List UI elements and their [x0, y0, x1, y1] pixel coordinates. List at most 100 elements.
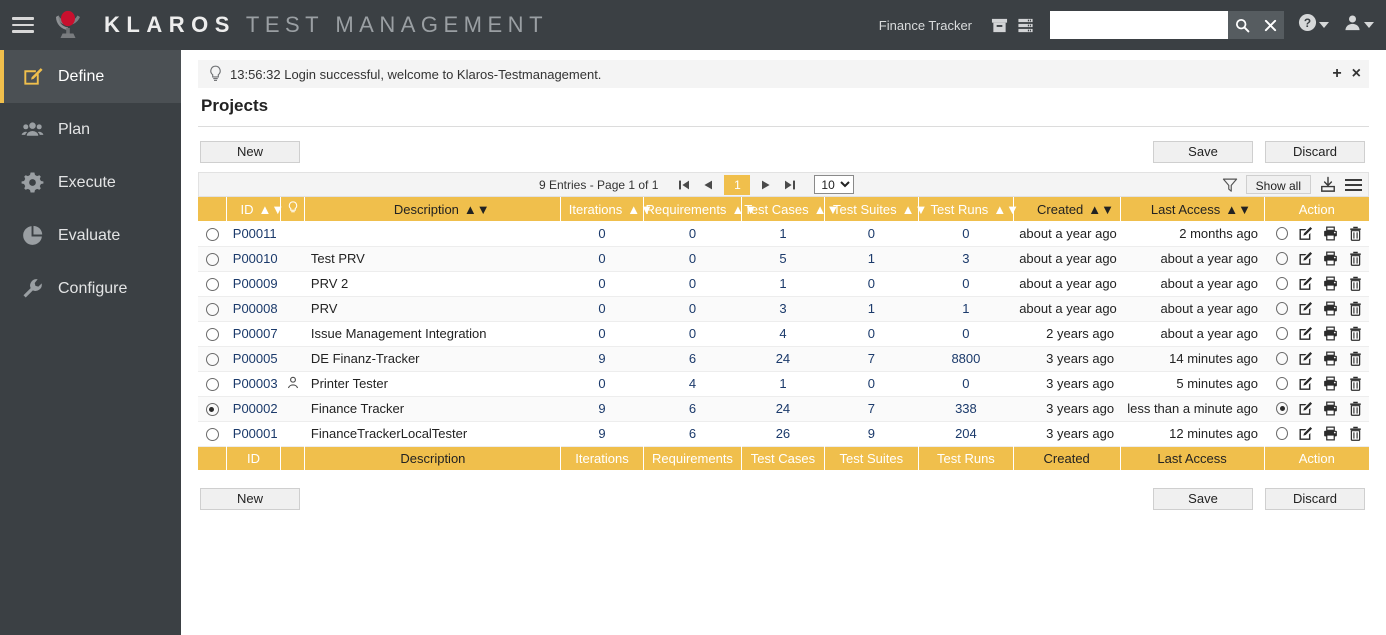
th-test-runs[interactable]: Test Runs▲▼: [919, 197, 1014, 221]
row-test-cases[interactable]: 1: [742, 221, 824, 246]
trash-icon[interactable]: [1348, 351, 1363, 366]
row-requirements[interactable]: 6: [643, 346, 742, 371]
row-action-radio[interactable]: [1276, 252, 1288, 265]
list-menu-icon[interactable]: [1345, 179, 1362, 191]
row-requirements[interactable]: 0: [643, 221, 742, 246]
th-test-suites[interactable]: Test Suites▲▼: [824, 197, 919, 221]
notification-close-icon[interactable]: ×: [1352, 66, 1361, 82]
sidebar-item-execute[interactable]: Execute: [0, 156, 181, 209]
row-test-suites[interactable]: 9: [824, 421, 919, 446]
trash-icon[interactable]: [1348, 401, 1363, 416]
row-iterations[interactable]: 0: [561, 246, 643, 271]
edit-icon[interactable]: [1298, 251, 1313, 266]
row-iterations[interactable]: 9: [561, 421, 643, 446]
print-icon[interactable]: [1323, 351, 1338, 366]
page-last-icon[interactable]: [778, 174, 802, 196]
print-icon[interactable]: [1323, 301, 1338, 316]
row-requirements[interactable]: 4: [643, 371, 742, 396]
search-button[interactable]: [1228, 11, 1256, 39]
row-test-runs[interactable]: 1: [919, 296, 1014, 321]
row-test-cases[interactable]: 26: [742, 421, 824, 446]
row-action-radio[interactable]: [1276, 352, 1288, 365]
edit-icon[interactable]: [1298, 326, 1313, 341]
row-test-cases[interactable]: 24: [742, 396, 824, 421]
trash-icon[interactable]: [1348, 376, 1363, 391]
row-requirements[interactable]: 0: [643, 271, 742, 296]
th-last-access[interactable]: Last Access▲▼: [1120, 197, 1264, 221]
sidebar-item-evaluate[interactable]: Evaluate: [0, 209, 181, 262]
row-id[interactable]: P00002: [227, 396, 280, 421]
row-action-radio[interactable]: [1276, 427, 1288, 440]
row-iterations[interactable]: 0: [561, 221, 643, 246]
table-row[interactable]: P0001100100about a year ago2 months ago: [198, 221, 1369, 246]
row-test-runs[interactable]: 204: [919, 421, 1014, 446]
row-action-radio[interactable]: [1276, 377, 1288, 390]
search-input[interactable]: [1050, 11, 1228, 39]
row-select-radio[interactable]: [206, 378, 219, 391]
row-test-suites[interactable]: 1: [824, 246, 919, 271]
trash-icon[interactable]: [1348, 276, 1363, 291]
new-button-bottom[interactable]: New: [200, 488, 300, 510]
row-select-radio[interactable]: [206, 303, 219, 316]
table-row[interactable]: P00009PRV 200100about a year agoabout a …: [198, 271, 1369, 296]
row-test-runs[interactable]: 0: [919, 371, 1014, 396]
row-test-runs[interactable]: 0: [919, 221, 1014, 246]
row-select-radio[interactable]: [206, 253, 219, 266]
row-test-runs[interactable]: 8800: [919, 346, 1014, 371]
print-icon[interactable]: [1323, 276, 1338, 291]
row-select-radio[interactable]: [206, 428, 219, 441]
trash-icon[interactable]: [1348, 251, 1363, 266]
th-created[interactable]: Created▲▼: [1013, 197, 1120, 221]
sidebar-item-plan[interactable]: Plan: [0, 103, 181, 156]
row-test-suites[interactable]: 0: [824, 221, 919, 246]
database-icon[interactable]: [1012, 10, 1038, 40]
show-all-button[interactable]: Show all: [1246, 175, 1311, 194]
row-select-cell[interactable]: [198, 271, 227, 296]
row-requirements[interactable]: 6: [643, 396, 742, 421]
row-test-runs[interactable]: 0: [919, 271, 1014, 296]
page-prev-icon[interactable]: [696, 174, 720, 196]
save-button-bottom[interactable]: Save: [1153, 488, 1253, 510]
trash-icon[interactable]: [1348, 226, 1363, 241]
page-next-icon[interactable]: [754, 174, 778, 196]
table-row[interactable]: P00001FinanceTrackerLocalTester962692043…: [198, 421, 1369, 446]
row-test-runs[interactable]: 3: [919, 246, 1014, 271]
hamburger-icon[interactable]: [0, 0, 46, 50]
row-select-cell[interactable]: [198, 396, 227, 421]
row-action-radio[interactable]: [1276, 327, 1288, 340]
th-id[interactable]: ID▲▼: [227, 197, 280, 221]
trash-icon[interactable]: [1348, 426, 1363, 441]
table-row[interactable]: P00005DE Finanz-Tracker9624788003 years …: [198, 346, 1369, 371]
filter-funnel-icon[interactable]: [1222, 177, 1238, 193]
table-row[interactable]: P00008PRV00311about a year agoabout a ye…: [198, 296, 1369, 321]
clear-search-button[interactable]: [1256, 11, 1284, 39]
row-requirements[interactable]: 0: [643, 321, 742, 346]
discard-button-top[interactable]: Discard: [1265, 141, 1365, 163]
new-button-top[interactable]: New: [200, 141, 300, 163]
row-id[interactable]: P00001: [227, 421, 280, 446]
table-row[interactable]: P00002Finance Tracker962473383 years ago…: [198, 396, 1369, 421]
row-requirements[interactable]: 6: [643, 421, 742, 446]
save-button-top[interactable]: Save: [1153, 141, 1253, 163]
sidebar-item-configure[interactable]: Configure: [0, 262, 181, 315]
row-id[interactable]: P00005: [227, 346, 280, 371]
row-select-radio[interactable]: [206, 278, 219, 291]
row-test-runs[interactable]: 338: [919, 396, 1014, 421]
row-select-cell[interactable]: [198, 371, 227, 396]
row-iterations[interactable]: 0: [561, 271, 643, 296]
row-id[interactable]: P00009: [227, 271, 280, 296]
row-select-cell[interactable]: [198, 246, 227, 271]
row-select-radio[interactable]: [206, 403, 219, 416]
row-select-cell[interactable]: [198, 296, 227, 321]
row-action-radio[interactable]: [1276, 402, 1288, 415]
edit-icon[interactable]: [1298, 276, 1313, 291]
row-action-radio[interactable]: [1276, 227, 1288, 240]
row-test-cases[interactable]: 1: [742, 271, 824, 296]
th-requirements[interactable]: Requirements▲▼: [643, 197, 742, 221]
print-icon[interactable]: [1323, 251, 1338, 266]
row-requirements[interactable]: 0: [643, 246, 742, 271]
edit-icon[interactable]: [1298, 426, 1313, 441]
row-id[interactable]: P00003: [227, 371, 280, 396]
row-iterations[interactable]: 0: [561, 371, 643, 396]
row-select-cell[interactable]: [198, 346, 227, 371]
